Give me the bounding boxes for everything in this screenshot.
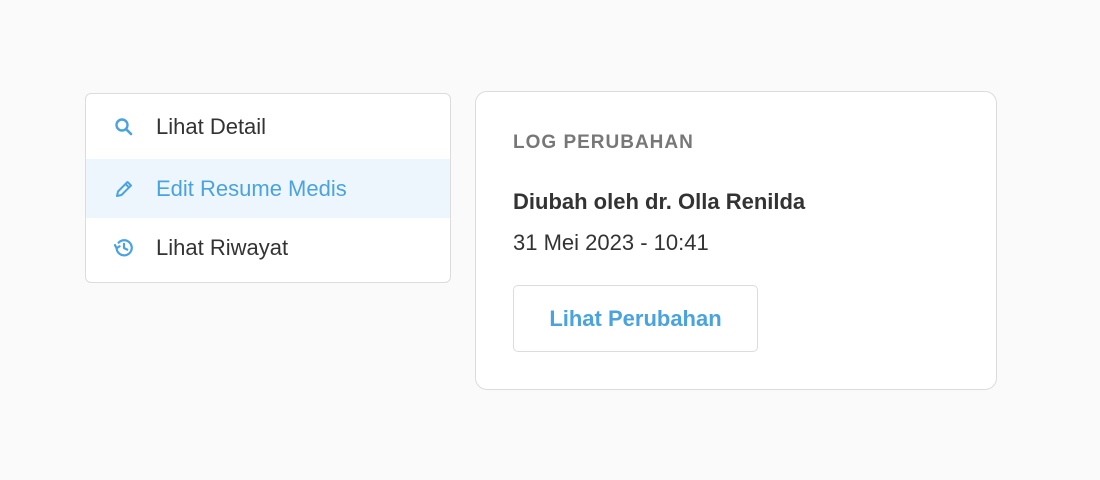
history-icon [112, 236, 136, 260]
menu-item-lihat-riwayat[interactable]: Lihat Riwayat [86, 218, 450, 277]
menu-item-label: Edit Resume Medis [156, 175, 347, 201]
menu-item-label: Lihat Detail [156, 113, 267, 139]
change-log-card: LOG PERUBAHAN Diubah oleh dr. Olla Renil… [475, 91, 997, 390]
card-title: LOG PERUBAHAN [513, 132, 694, 153]
menu-item-lihat-detail[interactable]: Lihat Detail [86, 94, 450, 159]
pencil-icon [112, 177, 136, 201]
action-menu: Lihat Detail Edit Resume Medis Lihat Riw… [85, 93, 451, 283]
menu-item-label: Lihat Riwayat [156, 234, 289, 260]
change-timestamp: 31 Mei 2023 - 10:41 [513, 230, 709, 255]
menu-item-edit-resume-medis[interactable]: Edit Resume Medis [86, 159, 450, 218]
search-icon [112, 115, 136, 139]
change-author: Diubah oleh dr. Olla Renilda [513, 189, 806, 214]
view-changes-button[interactable]: Lihat Perubahan [513, 285, 758, 352]
